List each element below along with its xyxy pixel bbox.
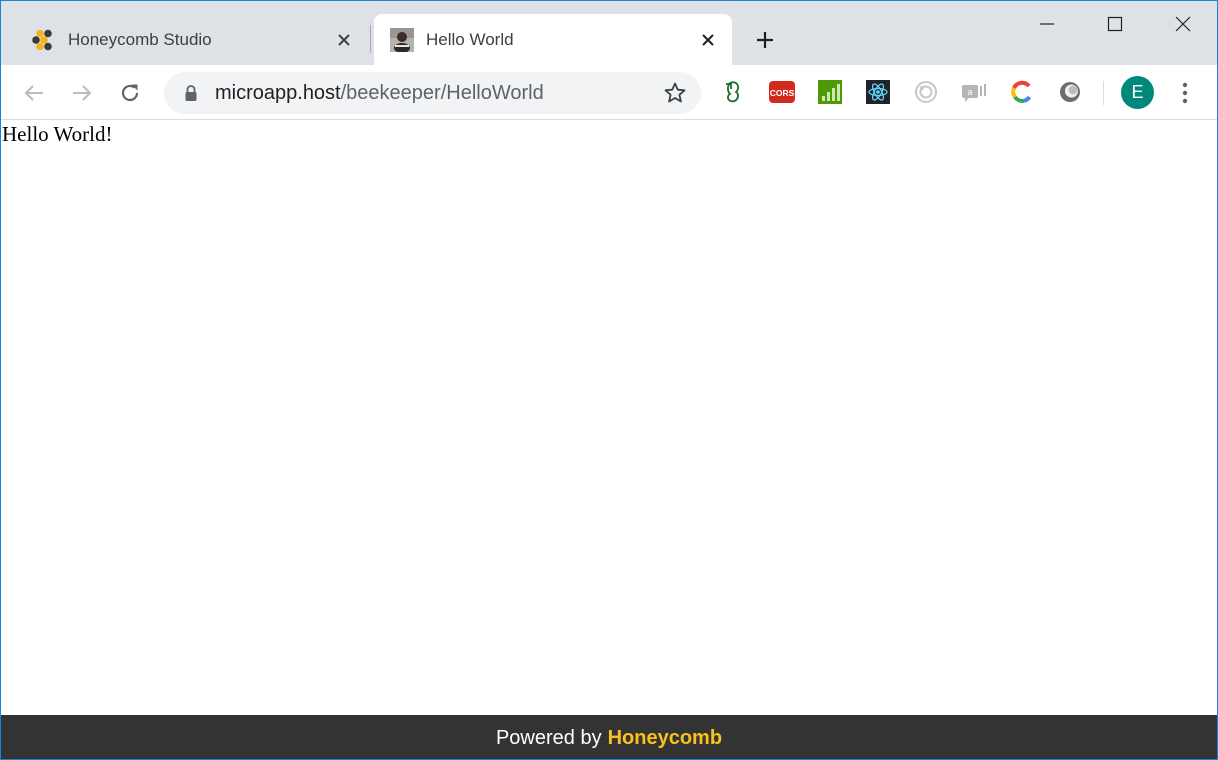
toolbar-separator — [1103, 81, 1104, 105]
reload-icon — [121, 84, 139, 102]
tab-strip: Honeycomb Studio Hello World — [1, 1, 1217, 65]
browser-window: Honeycomb Studio Hello World microapp.ho… — [0, 0, 1218, 760]
footer-brand[interactable]: Honeycomb — [608, 727, 722, 750]
evernote-elephant-icon — [726, 81, 740, 103]
browser-menu-button[interactable] — [1173, 79, 1197, 107]
forward-button[interactable] — [66, 77, 98, 109]
extension-cors[interactable]: CORS — [769, 79, 795, 105]
extension-chat[interactable]: a — [961, 79, 987, 105]
browser-toolbar: microapp.host/beekeeper/HelloWorld CORS — [1, 65, 1217, 120]
extension-evernote[interactable] — [721, 79, 747, 105]
hello-world-text: Hello World! — [2, 122, 113, 146]
window-close-button[interactable] — [1149, 1, 1217, 47]
ring-target-icon — [915, 81, 937, 103]
tab-title: Hello World — [426, 30, 514, 49]
extension-bar-chart[interactable] — [817, 79, 843, 105]
back-button[interactable] — [18, 77, 50, 109]
svg-text:a: a — [967, 87, 972, 97]
tab-title: Honeycomb Studio — [68, 30, 212, 49]
tab-divider — [370, 25, 371, 53]
powered-by-footer: Powered by Honeycomb — [1, 715, 1217, 759]
profile-avatar[interactable]: E — [1121, 76, 1154, 109]
new-tab-button[interactable] — [751, 26, 779, 54]
tab-honeycomb-studio[interactable]: Honeycomb Studio — [16, 14, 368, 65]
bar-chart-icon — [818, 80, 842, 104]
address-bar[interactable]: microapp.host/beekeeper/HelloWorld — [164, 72, 701, 114]
extension-colorful-c[interactable] — [1009, 79, 1035, 105]
reload-button[interactable] — [114, 77, 146, 109]
tab-close-button[interactable] — [332, 28, 356, 52]
portrait-thumbnail-icon — [390, 28, 414, 52]
tab-close-button[interactable] — [696, 28, 720, 52]
close-icon — [1175, 16, 1191, 32]
minimize-button[interactable] — [1013, 1, 1081, 47]
colorful-c-icon — [1011, 80, 1032, 103]
maximize-button[interactable] — [1081, 1, 1149, 47]
page-content: Hello World! — [1, 121, 1217, 715]
lock-icon[interactable] — [182, 84, 200, 102]
honeycomb-logo-icon — [32, 29, 52, 51]
close-icon — [702, 34, 714, 46]
cors-icon: CORS — [769, 81, 795, 103]
extension-react-devtools[interactable] — [865, 79, 891, 105]
chat-bubble-icon: a — [962, 84, 986, 102]
close-icon — [338, 34, 350, 46]
minimize-icon — [1040, 23, 1054, 25]
footer-prefix: Powered by — [495, 726, 602, 749]
arrow-right-icon — [73, 85, 92, 101]
vertical-dots-icon — [1182, 82, 1188, 104]
star-icon[interactable] — [663, 81, 687, 105]
gray-orb-icon — [1060, 82, 1080, 102]
plus-icon — [757, 32, 773, 48]
arrow-left-icon — [24, 85, 43, 101]
extension-gray-orb[interactable] — [1057, 79, 1083, 105]
extension-ring[interactable] — [913, 79, 939, 105]
url-host: microapp.host — [215, 82, 341, 104]
svg-text:CORS: CORS — [770, 88, 795, 98]
tab-hello-world[interactable]: Hello World — [374, 14, 732, 65]
react-devtools-icon — [866, 80, 890, 104]
maximize-icon — [1107, 16, 1123, 32]
url-text[interactable]: microapp.host/beekeeper/HelloWorld — [215, 82, 544, 105]
url-path: /beekeeper/HelloWorld — [340, 82, 544, 104]
